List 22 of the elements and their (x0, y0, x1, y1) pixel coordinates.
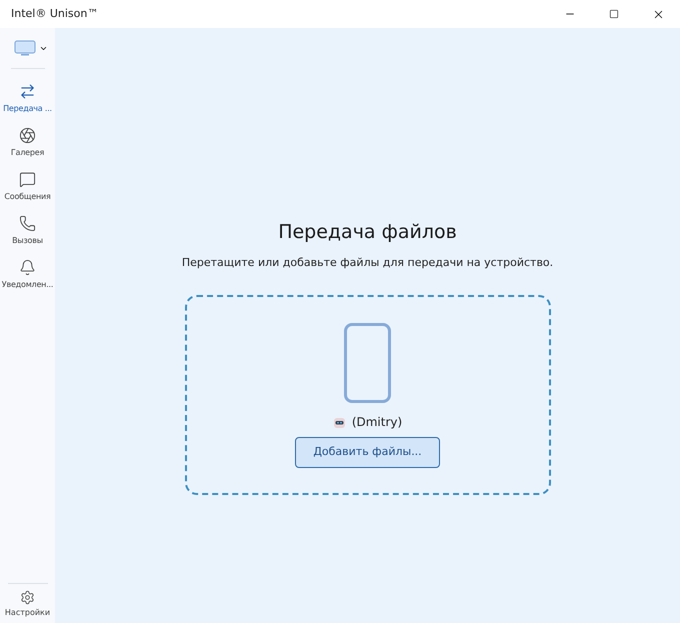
arrows-icon (19, 83, 36, 100)
page-subtitle: Перетащите или добавьте файлы для передачи на устройство. (182, 254, 554, 270)
monitor-icon (14, 40, 36, 56)
device-selector[interactable] (14, 40, 48, 56)
phone-icon (19, 215, 36, 232)
drop-zone[interactable]: (Dmitry) Добавить файлы... (184, 295, 550, 495)
add-files-button[interactable]: Добавить файлы... (295, 437, 440, 468)
nav-item[interactable]: Уведомлен... (0, 253, 55, 297)
nav-item[interactable]: Передача ... (0, 77, 55, 121)
maximize-icon (609, 9, 619, 19)
settings-item[interactable]: Настройки (4, 590, 50, 619)
robot-icon (332, 416, 346, 428)
nav-item[interactable]: Вызовы (0, 209, 55, 253)
nav-item[interactable]: Галерея (0, 121, 55, 165)
page-title: Передача файлов (278, 220, 457, 245)
bell-icon (19, 259, 36, 276)
chat-icon (19, 171, 36, 188)
aperture-icon (19, 127, 36, 144)
nav-item[interactable]: Сообщения (0, 165, 55, 209)
window-title: Intel® Unison™ (11, 6, 98, 22)
settings-icon (20, 590, 35, 605)
device-name: (Dmitry) (352, 414, 402, 431)
